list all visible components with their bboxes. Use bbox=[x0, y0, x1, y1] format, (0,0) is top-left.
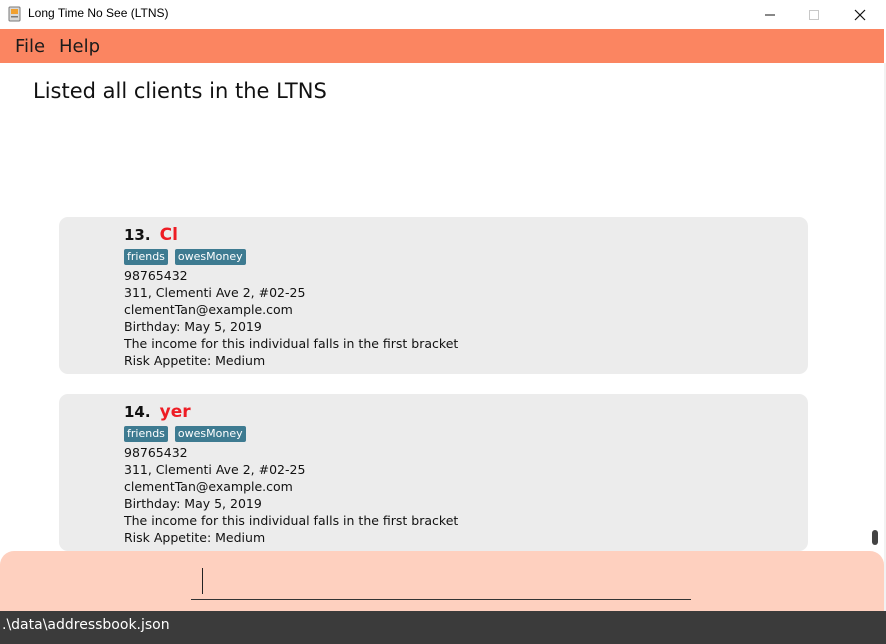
tag-label: owesMoney bbox=[174, 426, 246, 442]
menu-file[interactable]: File bbox=[15, 36, 45, 57]
client-name: Cl bbox=[159, 225, 178, 245]
client-index: 13. bbox=[124, 226, 151, 244]
client-address: 311, Clementi Ave 2, #02-25 bbox=[124, 285, 306, 300]
client-header: 14. yer bbox=[124, 402, 191, 422]
app-window: Long Time No See (LTNS) File Help Listed… bbox=[0, 0, 886, 644]
text-cursor bbox=[202, 568, 203, 594]
window-title: Long Time No See (LTNS) bbox=[28, 6, 169, 20]
maximize-icon bbox=[809, 9, 819, 20]
client-risk-appetite: Risk Appetite: Medium bbox=[124, 530, 266, 545]
client-income: The income for this individual falls in … bbox=[124, 336, 459, 351]
command-box bbox=[0, 551, 884, 611]
client-birthday: Birthday: May 5, 2019 bbox=[124, 319, 262, 334]
title-bar: Long Time No See (LTNS) bbox=[0, 0, 886, 29]
tag-label: friends bbox=[124, 249, 168, 265]
close-icon bbox=[854, 9, 866, 20]
client-card[interactable]: 13. Cl friends owesMoney 98765432 311, C… bbox=[59, 217, 808, 374]
status-bar: .\data\addressbook.json bbox=[0, 611, 886, 644]
close-button[interactable] bbox=[837, 0, 883, 29]
result-display: Listed all clients in the LTNS bbox=[33, 79, 327, 103]
maximize-button[interactable] bbox=[791, 0, 837, 29]
client-card[interactable]: 14. yer friends owesMoney 98765432 311, … bbox=[59, 394, 808, 551]
client-email: clementTan@example.com bbox=[124, 302, 293, 317]
client-list[interactable]: 13. Cl friends owesMoney 98765432 311, C… bbox=[0, 205, 884, 551]
save-location: .\data\addressbook.json bbox=[2, 617, 170, 633]
client-risk-appetite: Risk Appetite: Medium bbox=[124, 353, 266, 368]
command-input[interactable] bbox=[191, 562, 691, 600]
client-tags: friends owesMoney bbox=[124, 249, 246, 265]
client-index: 14. bbox=[124, 403, 151, 421]
client-birthday: Birthday: May 5, 2019 bbox=[124, 496, 262, 511]
client-name: yer bbox=[159, 402, 191, 422]
menu-help[interactable]: Help bbox=[59, 36, 100, 57]
client-address: 311, Clementi Ave 2, #02-25 bbox=[124, 462, 306, 477]
client-phone: 98765432 bbox=[124, 268, 188, 283]
client-tags: friends owesMoney bbox=[124, 426, 246, 442]
list-scrollbar-thumb[interactable] bbox=[872, 530, 878, 545]
menu-bar: File Help bbox=[0, 29, 884, 63]
tag-label: friends bbox=[124, 426, 168, 442]
client-income: The income for this individual falls in … bbox=[124, 513, 459, 528]
app-icon bbox=[8, 6, 21, 22]
client-email: clementTan@example.com bbox=[124, 479, 293, 494]
tag-label: owesMoney bbox=[174, 249, 246, 265]
client-phone: 98765432 bbox=[124, 445, 188, 460]
minimize-button[interactable] bbox=[747, 0, 793, 29]
minimize-icon bbox=[765, 14, 775, 15]
client-header: 13. Cl bbox=[124, 225, 178, 245]
